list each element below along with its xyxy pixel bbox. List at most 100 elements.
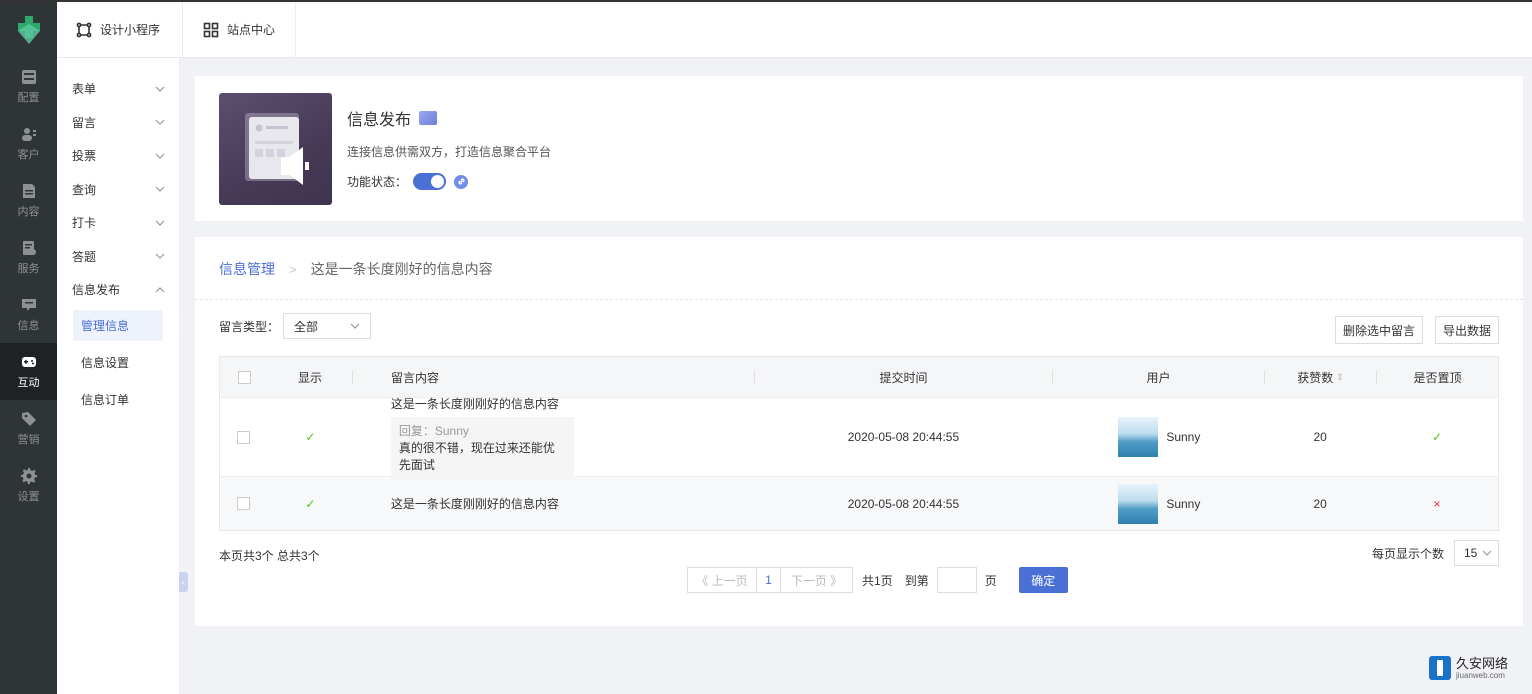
header-content: 留言内容 — [391, 370, 440, 385]
app-logo[interactable] — [0, 2, 57, 58]
rail-item-label: 配置 — [17, 91, 40, 104]
export-data-button[interactable]: 导出数据 — [1435, 316, 1499, 344]
message-type-select[interactable]: 全部 — [283, 313, 372, 339]
watermark: 久安网络 jiuanweb.com — [1429, 656, 1508, 680]
likes-cell: 20 — [1313, 496, 1327, 511]
feature-status-label: 功能状态： — [347, 175, 408, 189]
menu-group-label: 表单 — [72, 82, 97, 97]
menu-group-label: 信息发布 — [72, 283, 121, 298]
shown-cell: ✓ — [268, 398, 353, 476]
service-icon — [22, 240, 36, 255]
rail-item-settings[interactable]: 设置 — [0, 457, 57, 514]
feature-title-text: 信息发布 — [347, 112, 412, 129]
time-cell: 2020-05-08 20:44:55 — [847, 430, 960, 444]
menu-group-info-publish[interactable]: 信息发布 — [57, 273, 179, 307]
header-likes[interactable]: 获赞数 ⇕ — [1265, 357, 1376, 397]
feature-description: 连接信息供需双方，打造信息聚合平台 — [347, 145, 552, 159]
menu-sub-label: 信息设置 — [81, 355, 130, 370]
rail-item-content[interactable]: 内容 — [0, 172, 57, 229]
breadcrumb-root[interactable]: 信息管理 — [219, 259, 275, 279]
header-top: 是否置顶 — [1413, 370, 1462, 385]
time-cell: 2020-05-08 20:44:55 — [847, 496, 960, 511]
collapse-menu-button[interactable]: ‹ — [179, 572, 188, 592]
user-cell: Sunny — [1052, 398, 1264, 476]
check-icon: ✓ — [305, 496, 316, 511]
primary-nav-rail: 配置 客户 内容 服务 信息 互动 营销 设置 — [0, 2, 57, 694]
per-page-value: 15 — [1464, 546, 1478, 560]
menu-sub-label: 信息订单 — [81, 392, 130, 407]
chevron-down-icon — [155, 186, 165, 193]
next-page-button[interactable]: 下一页 》 — [781, 567, 853, 593]
per-page-select[interactable]: 15 — [1454, 540, 1499, 566]
message-content: 这是一条长度刚刚好的信息内容 — [390, 497, 559, 511]
menu-group-form[interactable]: 表单 — [57, 72, 179, 106]
goto-page-input[interactable] — [936, 567, 977, 593]
content-icon — [22, 183, 35, 198]
row-select-cell — [220, 477, 268, 530]
tab-design-miniprogram[interactable]: 设计小程序 — [57, 2, 184, 57]
top-cell: × — [1376, 477, 1498, 530]
confirm-goto-button[interactable]: 确定 — [1018, 567, 1068, 593]
menu-group-quiz[interactable]: 答题 — [57, 240, 179, 274]
header-show: 显示 — [297, 370, 322, 385]
delete-selected-button[interactable]: 删除选中留言 — [1335, 316, 1423, 344]
gear-icon — [20, 467, 37, 484]
info-icon — [21, 298, 36, 311]
breadcrumb-separator-icon: > — [289, 261, 297, 277]
likes-cell: 20 — [1313, 430, 1327, 444]
rail-item-interaction[interactable]: 互动 — [0, 343, 57, 400]
feature-image — [219, 93, 332, 205]
watermark-name: 久安网络 — [1456, 655, 1509, 671]
feature-card: 信息发布 连接信息供需双方，打造信息聚合平台 功能状态： — [195, 76, 1523, 221]
link-icon[interactable] — [454, 174, 469, 189]
rail-item-customer[interactable]: 客户 — [0, 115, 57, 172]
header-likes-label: 获赞数 — [1297, 370, 1334, 385]
watermark-logo-icon — [1429, 656, 1451, 680]
pagination-summary: 本页共3个 总共3个 — [219, 549, 320, 563]
rail-item-info[interactable]: 信息 — [0, 286, 57, 343]
rail-item-label: 信息 — [17, 319, 40, 332]
tab-site-center[interactable]: 站点中心 — [183, 2, 297, 57]
rail-item-label: 服务 — [17, 262, 40, 275]
menu-sub-manage-info[interactable]: 管理信息 — [73, 309, 163, 341]
menu-group-label: 留言 — [72, 115, 97, 130]
content-cell: 这是一条长度刚刚好的信息内容 回复：Sunny 真的很不错，现在过来还能优先面试 — [353, 397, 755, 480]
rail-item-config[interactable]: 配置 — [0, 58, 57, 115]
feature-badge-icon — [419, 111, 438, 125]
select-all-checkbox[interactable] — [237, 370, 251, 384]
menu-group-query[interactable]: 查询 — [57, 173, 179, 207]
menu-group-checkin[interactable]: 打卡 — [57, 206, 179, 240]
watermark-domain: jiuanweb.com — [1456, 670, 1505, 680]
chevron-up-icon — [155, 286, 165, 293]
grid-icon — [203, 22, 219, 37]
row-checkbox[interactable] — [237, 497, 251, 510]
rail-item-service[interactable]: 服务 — [0, 229, 57, 286]
menu-group-label: 查询 — [72, 182, 97, 197]
rail-item-marketing[interactable]: 营销 — [0, 400, 57, 457]
link-glyph — [457, 178, 465, 185]
page-number-button[interactable]: 1 — [757, 567, 781, 593]
header-time: 提交时间 — [879, 370, 928, 385]
feature-status-toggle[interactable] — [413, 173, 447, 190]
chevron-down-icon — [155, 119, 165, 126]
rail-item-label: 内容 — [17, 205, 40, 218]
goto-label: 到第 — [904, 573, 929, 588]
message-management-card: 信息管理 > 这是一条长度刚好的信息内容 留言类型： 全部 删除选中留言 导出数… — [195, 237, 1523, 626]
reply-box: 回复：Sunny 真的很不错，现在过来还能优先面试 — [390, 416, 574, 480]
feature-title: 信息发布 — [347, 106, 438, 130]
total-pages: 共1页 — [862, 573, 893, 588]
tab-label: 站点中心 — [227, 23, 276, 37]
row-checkbox[interactable] — [237, 430, 251, 444]
menu-group-message[interactable]: 留言 — [57, 106, 179, 140]
table-row: ✓ 这是一条长度刚刚好的信息内容 2020-05-08 20:44:55 Sun… — [220, 476, 1498, 530]
select-all-cell — [220, 357, 268, 397]
prev-page-button[interactable]: 《 上一页 — [687, 567, 757, 593]
menu-group-label: 答题 — [72, 249, 97, 264]
user-name: Sunny — [1166, 430, 1201, 444]
rail-item-label: 设置 — [17, 490, 40, 503]
menu-group-vote[interactable]: 投票 — [57, 139, 179, 173]
gamepad-icon — [21, 356, 36, 367]
menu-sub-info-orders[interactable]: 信息订单 — [73, 384, 163, 415]
menu-sub-info-settings[interactable]: 信息设置 — [73, 347, 163, 378]
message-table: 显示 留言内容 提交时间 用户 获赞数 ⇕ 是否置顶 ✓ 这是一条长度刚刚好的信… — [219, 356, 1499, 531]
